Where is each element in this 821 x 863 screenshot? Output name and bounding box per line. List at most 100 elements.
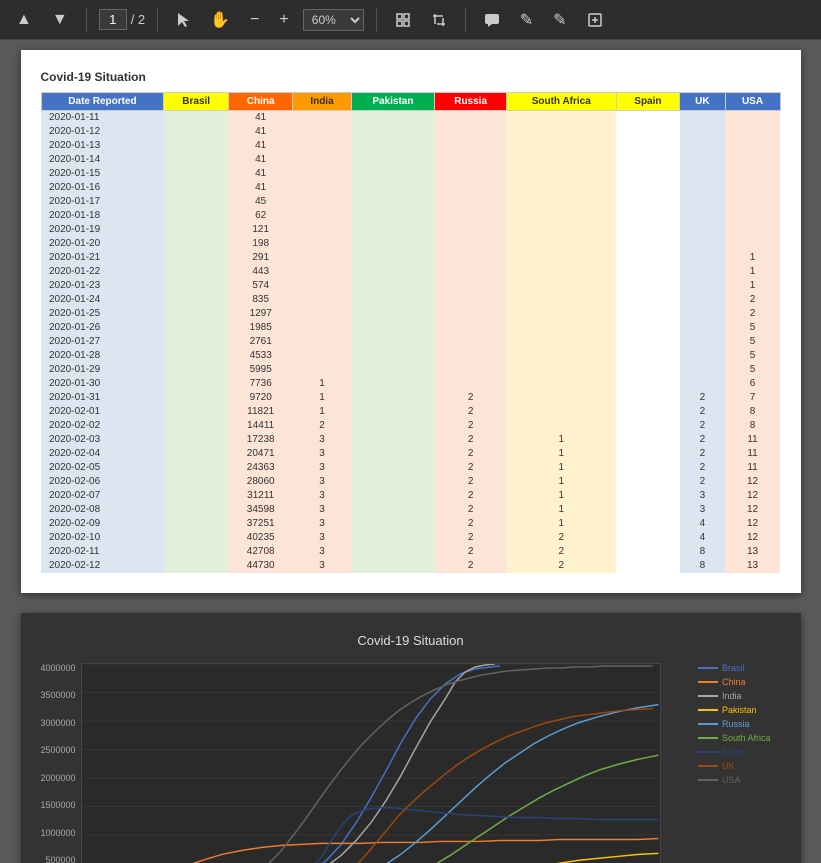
table-cell: 2020-01-14 — [41, 153, 164, 167]
toolbar: ▲ ▼ 1 / 2 ✋ − + 60% 50% 75% 100% ✎ ✎ — [0, 0, 821, 40]
table-cell: 3 — [293, 461, 351, 475]
table-cell — [680, 237, 725, 251]
table-cell: 5995 — [228, 363, 292, 377]
table-cell: 2020-01-18 — [41, 209, 164, 223]
document-page-1: Covid-19 Situation Date Reported Brasil … — [21, 50, 801, 593]
legend-color-southafrica — [698, 737, 718, 739]
table-cell — [435, 195, 507, 209]
table-cell: 2 — [680, 433, 725, 447]
cursor-tool-button[interactable] — [170, 8, 196, 32]
table-row: 2020-02-0524363321211 — [41, 461, 780, 475]
table-cell: 2761 — [228, 335, 292, 349]
zoom-select[interactable]: 60% 50% 75% 100% — [303, 9, 364, 31]
export-button[interactable] — [581, 8, 609, 32]
table-cell: 5 — [725, 321, 780, 335]
table-cell: 5 — [725, 335, 780, 349]
table-cell: 12 — [725, 531, 780, 545]
legend-color-brasil — [698, 667, 718, 669]
table-cell — [293, 349, 351, 363]
table-cell — [506, 167, 616, 181]
table-cell — [351, 195, 435, 209]
table-cell: 14411 — [228, 419, 292, 433]
table-cell — [680, 321, 725, 335]
page-input[interactable]: 1 — [99, 9, 127, 30]
fit-button[interactable] — [389, 8, 417, 32]
table-cell: 17238 — [228, 433, 292, 447]
table-cell: 44730 — [228, 559, 292, 573]
table-cell — [351, 167, 435, 181]
pen-button[interactable]: ✎ — [514, 6, 539, 34]
table-cell: 5 — [725, 349, 780, 363]
table-row: 2020-01-2619855 — [41, 321, 780, 335]
table-cell — [351, 237, 435, 251]
table-cell: 1 — [725, 251, 780, 265]
table-cell — [616, 517, 680, 531]
table-cell: 4 — [680, 531, 725, 545]
table-cell — [293, 223, 351, 237]
table-cell: 1 — [293, 377, 351, 391]
table-cell: 3 — [293, 447, 351, 461]
table-cell — [351, 293, 435, 307]
table-cell: 1 — [293, 405, 351, 419]
page-separator: / 2 — [131, 12, 145, 27]
legend-item-china: China — [698, 677, 771, 687]
table-cell: 2 — [435, 503, 507, 517]
table-cell — [351, 111, 435, 125]
table-cell: 2020-02-07 — [41, 489, 164, 503]
table-cell — [680, 349, 725, 363]
highlight-button[interactable]: ✎ — [547, 6, 572, 34]
table-cell — [435, 237, 507, 251]
table-cell: 2 — [435, 545, 507, 559]
table-cell — [616, 545, 680, 559]
hand-tool-button[interactable]: ✋ — [204, 6, 236, 34]
header-russia: Russia — [435, 93, 507, 111]
table-cell: 41 — [228, 139, 292, 153]
table-cell: 2020-01-15 — [41, 167, 164, 181]
table-cell: 2020-01-13 — [41, 139, 164, 153]
table-cell: 1 — [506, 475, 616, 489]
table-row: 2020-01-2727615 — [41, 335, 780, 349]
crop-button[interactable] — [425, 8, 453, 32]
table-cell — [435, 251, 507, 265]
table-cell: 1 — [506, 447, 616, 461]
legend-label-china: China — [722, 677, 746, 687]
chart-title: Covid-19 Situation — [41, 633, 781, 648]
table-cell: 7 — [725, 391, 780, 405]
legend-color-india — [698, 695, 718, 697]
table-cell: 13 — [725, 545, 780, 559]
table-cell — [680, 111, 725, 125]
divider-4 — [465, 8, 466, 32]
table-row: 2020-02-0731211321312 — [41, 489, 780, 503]
table-cell — [616, 447, 680, 461]
table-cell — [506, 209, 616, 223]
scroll-down-button[interactable]: ▼ — [46, 7, 74, 33]
table-cell — [351, 223, 435, 237]
table-cell: 1297 — [228, 307, 292, 321]
table-cell: 2 — [293, 419, 351, 433]
table-cell: 2020-01-30 — [41, 377, 164, 391]
table-cell — [506, 405, 616, 419]
table-cell: 2020-01-21 — [41, 251, 164, 265]
table-cell — [616, 195, 680, 209]
table-cell: 2020-02-12 — [41, 559, 164, 573]
table-cell: 1 — [293, 391, 351, 405]
table-cell — [164, 461, 229, 475]
table-cell — [293, 181, 351, 195]
table-cell — [616, 391, 680, 405]
legend-label-brasil: Brasil — [722, 663, 745, 673]
table-cell — [616, 531, 680, 545]
table-row: 2020-01-30773616 — [41, 377, 780, 391]
scroll-up-button[interactable]: ▲ — [10, 7, 38, 33]
table-cell — [680, 209, 725, 223]
zoom-out-button[interactable]: − — [244, 7, 265, 33]
table-cell — [164, 517, 229, 531]
table-cell: 2020-01-29 — [41, 363, 164, 377]
table-cell — [164, 489, 229, 503]
divider-2 — [157, 8, 158, 32]
comment-button[interactable] — [478, 9, 506, 31]
table-cell — [435, 125, 507, 139]
table-cell — [351, 461, 435, 475]
table-cell: 12 — [725, 489, 780, 503]
zoom-in-button[interactable]: + — [273, 7, 294, 33]
table-row: 2020-01-1862 — [41, 209, 780, 223]
